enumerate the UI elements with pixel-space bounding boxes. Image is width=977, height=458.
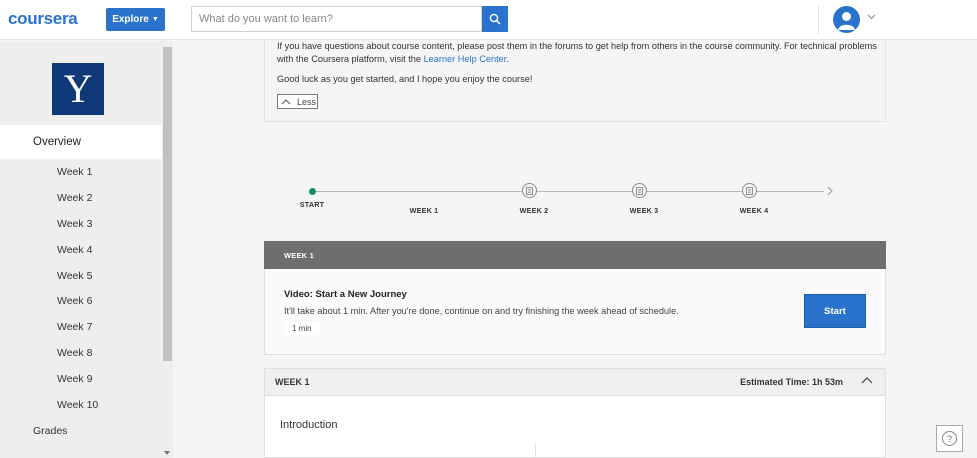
- next-item-card: Video: Start a New Journey It'll take ab…: [264, 269, 886, 355]
- university-logo: Y: [52, 63, 104, 115]
- sidebar-item-week-6[interactable]: Week 6: [0, 288, 162, 314]
- avatar[interactable]: [833, 6, 860, 33]
- week-detail-header[interactable]: WEEK 1 Estimated Time: 1h 53m: [264, 368, 886, 396]
- intro-paragraph: If you have questions about course conte…: [277, 40, 877, 66]
- timeline-week-4-label[interactable]: WEEK 4: [740, 206, 769, 215]
- estimated-time: Estimated Time: 1h 53m: [740, 377, 843, 387]
- document-icon: [746, 186, 753, 195]
- explore-button[interactable]: Explore ▼: [106, 8, 165, 31]
- intro-text: If you have questions about course conte…: [277, 41, 877, 64]
- good-luck-paragraph: Good luck as you get started, and I hope…: [277, 74, 533, 84]
- sidebar-item-week-3[interactable]: Week 3: [0, 211, 162, 237]
- timeline-week-1-label[interactable]: WEEK 1: [410, 206, 439, 215]
- chevron-up-icon[interactable]: [861, 376, 873, 384]
- chevron-down-icon: ▼: [151, 16, 159, 23]
- sidebar-item-grades[interactable]: Grades: [33, 425, 67, 437]
- timeline-start-label: START: [299, 200, 325, 209]
- top-nav-bar: coursera Explore ▼: [0, 0, 977, 40]
- sidebar-item-week-5[interactable]: Week 5: [0, 263, 162, 289]
- search-icon: [489, 13, 501, 25]
- timeline-week-3-node[interactable]: [632, 183, 647, 198]
- chevron-right-icon[interactable]: [827, 186, 833, 196]
- course-intro-card: If you have questions about course conte…: [264, 40, 886, 122]
- less-label: Less: [297, 96, 317, 107]
- start-button[interactable]: Start: [804, 294, 866, 328]
- sidebar-item-week-4[interactable]: Week 4: [0, 237, 162, 263]
- current-week-header: WEEK 1: [264, 241, 886, 269]
- timeline-week-4-node[interactable]: [742, 183, 757, 198]
- next-item-description: It'll take about 1 min. After you're don…: [284, 306, 679, 316]
- document-icon: [526, 186, 533, 195]
- question-icon: ?: [942, 431, 957, 446]
- chevron-up-icon: [281, 98, 291, 104]
- search-input[interactable]: [191, 6, 482, 32]
- sidebar-item-week-9[interactable]: Week 9: [0, 366, 162, 392]
- week-nav-list: Week 1 Week 2 Week 3 Week 4 Week 5 Week …: [0, 159, 162, 418]
- document-icon: [636, 186, 643, 195]
- sidebar-item-week-1[interactable]: Week 1: [0, 159, 162, 185]
- week-detail-title: WEEK 1: [275, 377, 310, 387]
- column-divider: [535, 444, 536, 458]
- course-timeline: START WEEK 1 WEEK 2 WEEK 3 WEEK 4: [264, 170, 886, 225]
- duration-badge: 1 min: [284, 322, 320, 335]
- learner-help-center-link[interactable]: Learner Help Center: [424, 54, 507, 64]
- week-detail-body: Introduction: [264, 396, 886, 458]
- user-icon: [838, 12, 855, 30]
- scroll-down-arrow[interactable]: [164, 451, 170, 455]
- sidebar-scrollbar[interactable]: [163, 47, 172, 361]
- next-item-title[interactable]: Video: Start a New Journey: [284, 289, 407, 300]
- explore-label: Explore: [112, 14, 149, 25]
- sidebar-item-week-10[interactable]: Week 10: [0, 392, 162, 418]
- sidebar-item-overview[interactable]: Overview: [0, 125, 162, 159]
- sidebar-item-week-7[interactable]: Week 7: [0, 314, 162, 340]
- sidebar-item-week-8[interactable]: Week 8: [0, 340, 162, 366]
- timeline-week-2-label[interactable]: WEEK 2: [520, 206, 549, 215]
- help-button[interactable]: ?: [936, 425, 963, 452]
- intro-period: .: [506, 54, 509, 64]
- course-sidebar: Y Overview Week 1 Week 2 Week 3 Week 4 W…: [0, 41, 173, 458]
- timeline-week-2-node[interactable]: [522, 183, 537, 198]
- search-button[interactable]: [482, 6, 508, 32]
- section-introduction[interactable]: Introduction: [280, 419, 337, 431]
- sidebar-item-week-2[interactable]: Week 2: [0, 185, 162, 211]
- timeline-start-dot: [309, 188, 316, 195]
- timeline-week-3-label[interactable]: WEEK 3: [630, 206, 659, 215]
- less-button[interactable]: Less: [277, 94, 318, 109]
- chevron-down-icon[interactable]: [867, 14, 876, 20]
- coursera-logo[interactable]: coursera: [8, 9, 78, 29]
- header-divider: [818, 6, 819, 34]
